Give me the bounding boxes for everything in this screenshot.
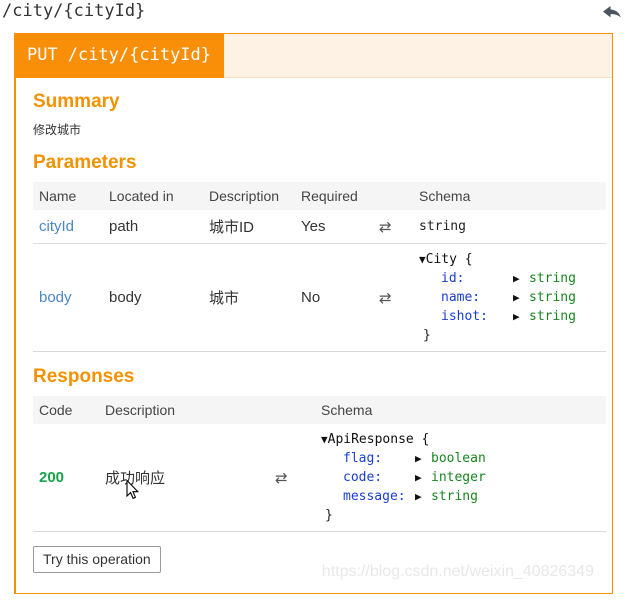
schema-property-name: id:	[441, 271, 465, 286]
parameter-schema-cityid: string	[413, 210, 606, 244]
swap-arrows-icon[interactable]: ⇄	[379, 289, 392, 307]
http-method-label: PUT	[27, 45, 58, 65]
schema-property-type: string	[431, 489, 478, 504]
column-header-spacer	[373, 182, 413, 210]
schema-type-label: string	[419, 219, 466, 234]
responses-table-header-row: Code Description Schema	[33, 396, 606, 424]
expand-caret-icon[interactable]: ▶	[513, 307, 529, 326]
swap-arrows-icon[interactable]: ⇄	[379, 218, 392, 236]
back-arrow-icon[interactable]	[601, 3, 623, 23]
operation-path-label: /city/{cityId}	[67, 45, 212, 65]
schema-property-type: integer	[431, 470, 486, 485]
schema-property-row: code: ▶ integer	[321, 468, 602, 487]
schema-property-name: flag:	[343, 451, 383, 466]
parameter-schema-body: ▼City { id: ▶ string name: ▶ string ishot: ▶ s…	[413, 243, 606, 352]
schema-property-name: name:	[441, 290, 481, 305]
parameter-name-cityid: cityId	[33, 210, 103, 244]
responses-table: Code Description Schema 200 成功响应 ⇄ ▼ApiR…	[33, 396, 606, 532]
parameters-table: Name Located in Description Required Sch…	[33, 182, 606, 352]
schema-close-brace: }	[325, 508, 333, 523]
schema-property-name: ishot:	[441, 309, 488, 324]
schema-property-row: flag: ▶ boolean	[321, 449, 602, 468]
schema-model-name: City	[425, 252, 457, 267]
schema-property-type: string	[529, 271, 576, 286]
schema-property-row: id: ▶ string	[419, 269, 602, 288]
column-header-located-in: Located in	[103, 182, 203, 210]
table-row: cityId path 城市ID Yes ⇄ string	[33, 210, 606, 244]
parameter-description-body: 城市	[203, 243, 295, 352]
parameters-table-header-row: Name Located in Description Required Sch…	[33, 182, 606, 210]
schema-toggle-body[interactable]: ⇄	[373, 243, 413, 352]
expand-caret-icon[interactable]: ▶	[415, 487, 431, 506]
column-header-code: Code	[33, 396, 99, 424]
page-title: /city/{cityId}	[2, 1, 146, 21]
expand-caret-icon[interactable]: ▶	[415, 468, 431, 487]
schema-model-apiresponse: ▼ApiResponse { flag: ▶ boolean code: ▶ integ…	[321, 430, 602, 525]
parameters-heading: Parameters	[33, 152, 137, 173]
schema-property-name: code:	[343, 470, 383, 485]
schema-model-name: ApiResponse	[327, 432, 414, 447]
column-header-description: Description	[203, 182, 295, 210]
parameter-location-cityid: path	[103, 210, 203, 244]
table-row: body body 城市 No ⇄ ▼City { id: ▶ string n…	[33, 243, 606, 352]
response-schema-cell: ▼ApiResponse { flag: ▶ boolean code: ▶ integ…	[315, 424, 606, 532]
column-header-spacer	[269, 396, 315, 424]
parameter-name-label[interactable]: cityId	[39, 218, 74, 235]
column-header-description: Description	[99, 396, 269, 424]
schema-property-row: message: ▶ string	[321, 487, 602, 506]
schema-close-brace: }	[423, 328, 431, 343]
schema-property-type: boolean	[431, 451, 486, 466]
panel-header: PUT/city/{cityId}	[15, 33, 612, 78]
schema-open-brace: {	[421, 432, 430, 447]
collapse-caret-icon[interactable]: ▼	[419, 253, 426, 266]
operation-panel: PUT/city/{cityId} Summary 修改城市 Parameter…	[14, 33, 613, 594]
schema-property-row: ishot: ▶ string	[419, 307, 602, 326]
method-path-tab[interactable]: PUT/city/{cityId}	[15, 33, 225, 78]
schema-model-city: ▼City { id: ▶ string name: ▶ string ishot: ▶ s…	[419, 250, 602, 345]
summary-text: 修改城市	[33, 123, 82, 137]
parameter-location-body: body	[103, 243, 203, 352]
panel-body: Summary 修改城市 Parameters Name Located in …	[16, 91, 612, 532]
top-bar: /city/{cityId}	[0, 0, 629, 32]
column-header-schema: Schema	[413, 182, 606, 210]
parameter-required-cityid: Yes	[295, 210, 373, 244]
column-header-required: Required	[295, 182, 373, 210]
schema-property-row: name: ▶ string	[419, 288, 602, 307]
status-badge: 200	[39, 469, 65, 486]
column-header-schema: Schema	[315, 396, 606, 424]
expand-caret-icon[interactable]: ▶	[513, 269, 529, 288]
schema-property-type: string	[529, 290, 576, 305]
schema-property-type: string	[529, 309, 576, 324]
watermark-text: https://blog.csdn.net/weixin_40826349	[321, 563, 594, 580]
parameter-name-label[interactable]: body	[39, 289, 72, 306]
response-description-cell: 成功响应	[99, 424, 269, 532]
collapse-caret-icon[interactable]: ▼	[321, 433, 328, 446]
swap-arrows-icon[interactable]: ⇄	[275, 469, 288, 487]
responses-heading: Responses	[33, 366, 135, 387]
parameter-description-cityid: 城市ID	[203, 210, 295, 244]
try-this-operation-button[interactable]: Try this operation	[33, 546, 161, 573]
schema-open-brace: {	[464, 252, 473, 267]
schema-property-name: message:	[343, 489, 406, 504]
parameter-required-body: No	[295, 243, 373, 352]
response-code-cell: 200	[33, 424, 99, 532]
expand-caret-icon[interactable]: ▶	[513, 288, 529, 307]
schema-toggle-cityid[interactable]: ⇄	[373, 210, 413, 244]
table-row: 200 成功响应 ⇄ ▼ApiResponse { flag: ▶ boolean	[33, 424, 606, 532]
expand-caret-icon[interactable]: ▶	[415, 449, 431, 468]
schema-toggle-response[interactable]: ⇄	[269, 424, 315, 532]
parameter-name-body: body	[33, 243, 103, 352]
column-header-name: Name	[33, 182, 103, 210]
summary-heading: Summary	[33, 91, 120, 112]
